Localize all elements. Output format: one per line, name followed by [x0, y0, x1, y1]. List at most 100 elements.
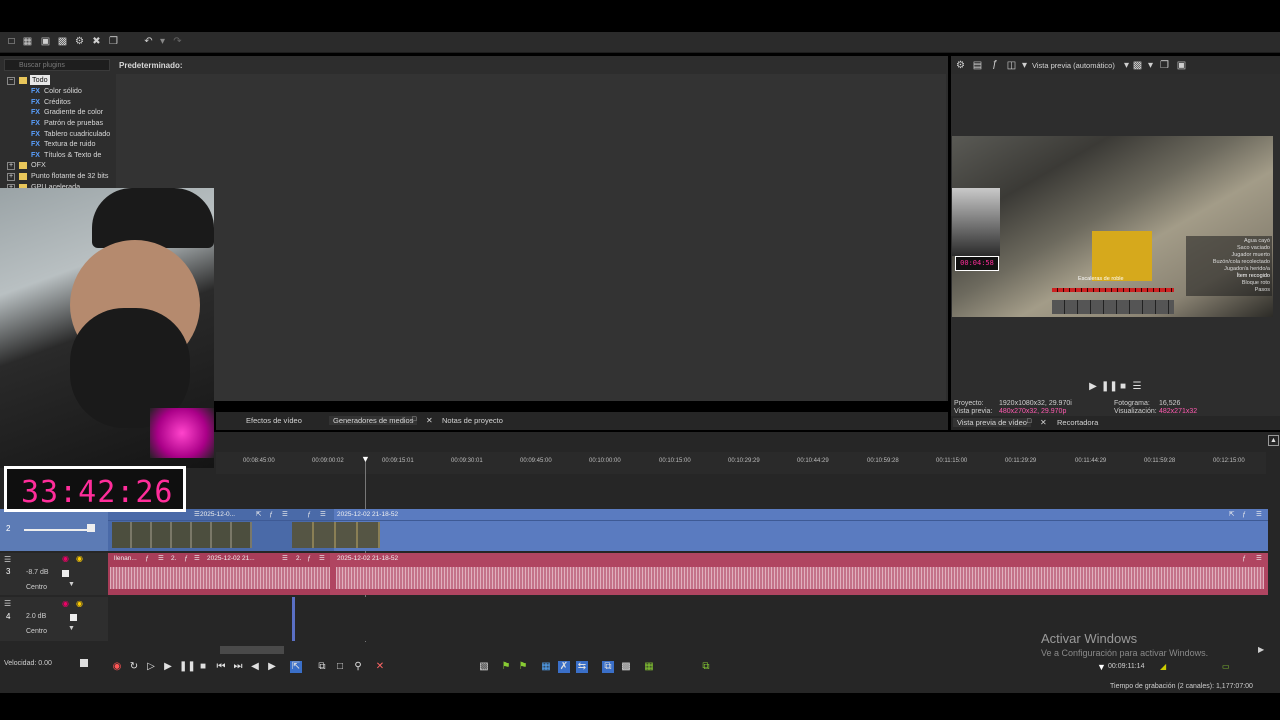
- mute-icon[interactable]: ◉: [62, 554, 69, 563]
- loop-region-icon[interactable]: ▭: [1222, 662, 1230, 671]
- tree-item[interactable]: FX Créditos: [31, 97, 71, 107]
- plugin-search-input[interactable]: Buscar plugins: [4, 59, 110, 71]
- pause-icon[interactable]: ❚❚: [179, 661, 196, 673]
- split-icon[interactable]: ◫: [1006, 60, 1017, 71]
- go-start-icon[interactable]: ⏮: [215, 661, 227, 673]
- region-icon[interactable]: ⚑: [517, 661, 529, 673]
- snap-icon[interactable]: ✗: [558, 661, 570, 673]
- lock-envelopes-icon[interactable]: ▩: [620, 661, 632, 673]
- opacity-slider[interactable]: [24, 529, 94, 531]
- ignore-grouping-icon[interactable]: ▦: [643, 661, 655, 673]
- overlay-icon[interactable]: ▩: [1132, 60, 1143, 71]
- preview-quality-select[interactable]: Vista previa (automático): [1032, 61, 1115, 70]
- properties-icon[interactable]: ▤: [972, 60, 983, 71]
- save-snapshot-icon[interactable]: ▣: [1176, 60, 1187, 71]
- pause-icon[interactable]: ❚❚: [1101, 381, 1118, 393]
- mute-icon[interactable]: ◉: [62, 599, 69, 608]
- audio-pan[interactable]: Centro: [26, 628, 47, 635]
- video-track[interactable]: 2025-12-0... ☰ ⇱ ƒ ☰ ƒ ☰ 2025-12-02 21-1…: [108, 509, 1268, 551]
- copy-icon[interactable]: ❐: [108, 36, 119, 47]
- marker-icon[interactable]: ⚑: [500, 661, 512, 673]
- tab-video-preview[interactable]: Vista previa de vídeo: [953, 418, 1031, 427]
- stop-icon[interactable]: ■: [1117, 381, 1129, 393]
- fx-icon[interactable]: ƒ: [1242, 509, 1246, 520]
- time-ruler[interactable]: 00:08:45:00 00:09:00:02 00:09:15:01 00:0…: [216, 452, 1266, 474]
- cursor-time[interactable]: 00:09:11:14: [1108, 663, 1144, 670]
- undo-icon[interactable]: ↶: [143, 36, 154, 47]
- auto-crossfade-icon[interactable]: ⧉: [602, 661, 614, 673]
- tree-item-ofx[interactable]: OFX: [31, 160, 46, 170]
- audio-volume[interactable]: 2.0 dB: [26, 613, 46, 620]
- menu-icon[interactable]: ☰: [4, 555, 11, 564]
- next-frame-icon[interactable]: ▶: [266, 661, 278, 673]
- menu-icon[interactable]: ☰: [158, 553, 164, 564]
- audio-pan[interactable]: Centro: [26, 584, 47, 591]
- normal-edit-icon[interactable]: ⧉: [700, 661, 712, 673]
- tree-item-32bit[interactable]: Punto flotante de 32 bits: [31, 171, 109, 181]
- cut-icon[interactable]: ✖: [91, 36, 102, 47]
- pan-crop-icon[interactable]: ⇱: [256, 509, 261, 520]
- tree-item[interactable]: FX Tablero cuadriculado: [31, 129, 110, 139]
- save-as-icon[interactable]: ▩: [57, 36, 68, 47]
- pan-chevron-icon[interactable]: ▼: [68, 581, 75, 588]
- auto-ripple-icon[interactable]: ▦: [540, 661, 552, 673]
- expand-icon[interactable]: +: [7, 162, 15, 170]
- pan-chevron-icon[interactable]: ▼: [68, 625, 75, 632]
- undock-icon[interactable]: □: [412, 416, 416, 423]
- record-icon[interactable]: ◉: [111, 661, 123, 673]
- fx-icon[interactable]: ƒ: [1242, 553, 1246, 564]
- delete-icon[interactable]: ✕: [374, 661, 386, 673]
- menu-icon[interactable]: ☰: [319, 553, 325, 564]
- loop-icon[interactable]: ↻: [128, 661, 140, 673]
- new-icon[interactable]: □: [6, 36, 17, 47]
- settings-icon[interactable]: ⚙: [74, 36, 85, 47]
- preset-area[interactable]: [116, 74, 946, 401]
- fx-icon[interactable]: ƒ: [989, 59, 1000, 70]
- audio-track-header[interactable]: ☰ 3 ◉ ◉ -8.7 dB Centro ▼: [0, 553, 108, 595]
- tab-project-notes[interactable]: Notas de proyecto: [442, 416, 503, 425]
- tree-item[interactable]: FX Patrón de pruebas: [31, 118, 103, 128]
- tree-item[interactable]: FX Color sólido: [31, 86, 82, 96]
- chevron-down-icon[interactable]: ▾: [1121, 60, 1132, 71]
- save-icon[interactable]: ▣: [40, 36, 51, 47]
- menu-icon[interactable]: ☰: [1256, 553, 1262, 564]
- tab-video-effects[interactable]: Efectos de vídeo: [246, 416, 302, 425]
- menu-icon[interactable]: ☰: [1131, 381, 1143, 393]
- play-from-start-icon[interactable]: ▷: [145, 661, 157, 673]
- tree-item-todo[interactable]: Todo: [30, 75, 50, 85]
- play-icon[interactable]: ▶: [162, 661, 174, 673]
- edit-tool-icon[interactable]: ⇱: [290, 661, 302, 673]
- menu-icon[interactable]: ☰: [282, 553, 288, 564]
- audio-volume[interactable]: -8.7 dB: [26, 569, 49, 576]
- menu-icon[interactable]: ☰: [194, 509, 200, 520]
- selection-tool-icon[interactable]: □: [334, 661, 346, 673]
- undock-icon[interactable]: □: [1027, 418, 1031, 425]
- volume-thumb[interactable]: [62, 570, 69, 577]
- slider-thumb[interactable]: [87, 524, 95, 532]
- video-clip[interactable]: 2025-12-0... ☰ ⇱ ƒ ☰ ƒ ☰: [108, 509, 380, 551]
- envelope-tool-icon[interactable]: ⧉: [316, 661, 328, 673]
- fx-icon[interactable]: ƒ: [307, 509, 311, 520]
- stop-icon[interactable]: ■: [197, 661, 209, 673]
- chevron-down-icon[interactable]: ▾: [1019, 60, 1030, 71]
- close-icon[interactable]: ✕: [426, 416, 433, 425]
- redo-icon[interactable]: ↷: [172, 36, 183, 47]
- video-track-header[interactable]: 2: [0, 509, 108, 551]
- pan-crop-icon[interactable]: ⇱: [1229, 509, 1234, 520]
- zoom-tool-icon[interactable]: ⚲: [352, 661, 364, 673]
- prev-frame-icon[interactable]: ◀: [249, 661, 261, 673]
- undo-dropdown-icon[interactable]: ▾: [157, 36, 168, 47]
- horizontal-scrollbar-thumb[interactable]: [220, 646, 284, 654]
- fx-icon[interactable]: ƒ: [307, 553, 311, 564]
- audio-track-2-header[interactable]: ☰ 4 ◉ ◉ 2.0 dB Centro ▼: [0, 597, 108, 641]
- menu-icon[interactable]: ☰: [1256, 509, 1262, 520]
- expand-icon[interactable]: +: [7, 173, 15, 181]
- tab-media-generators[interactable]: Generadores de medios: [329, 416, 418, 425]
- menu-icon[interactable]: ☰: [282, 509, 288, 520]
- tree-item[interactable]: FX Títulos & Texto de: [31, 150, 101, 160]
- scroll-right-icon[interactable]: ▶: [1258, 645, 1264, 654]
- volume-thumb[interactable]: [70, 614, 77, 621]
- tab-trimmer[interactable]: Recortadora: [1057, 418, 1098, 427]
- maximize-icon[interactable]: ▲: [1268, 435, 1279, 446]
- solo-icon[interactable]: ◉: [76, 599, 83, 608]
